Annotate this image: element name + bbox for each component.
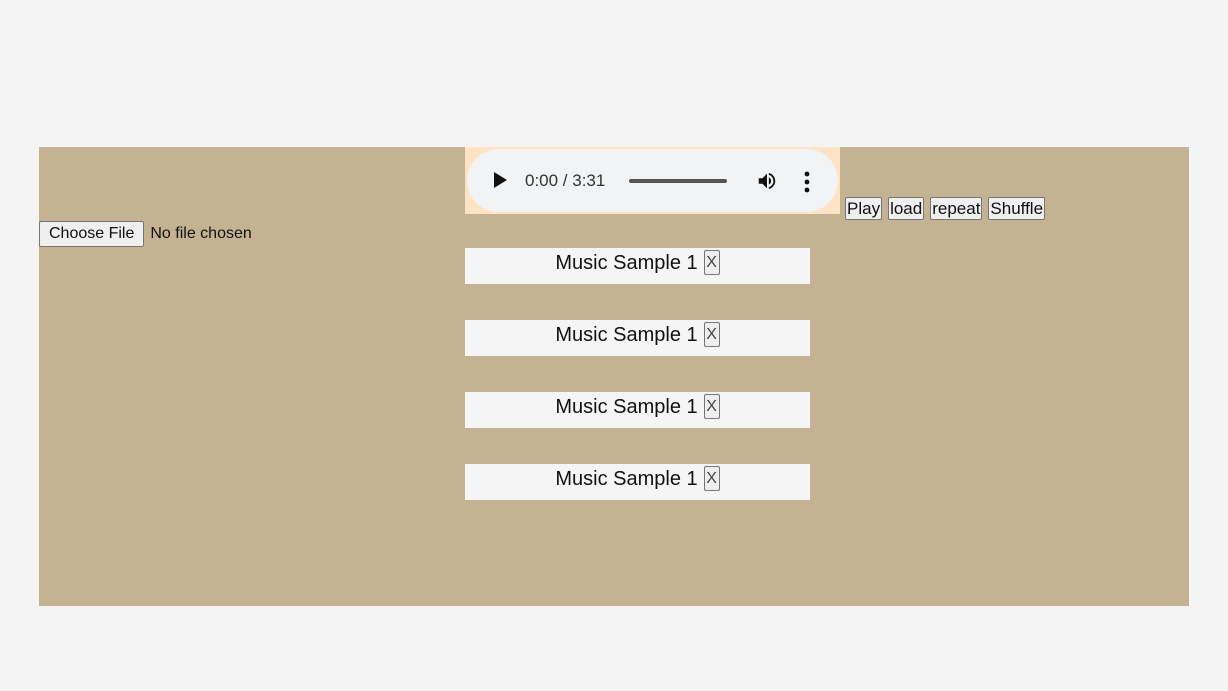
time-display: 0:00 / 3:31 [525,171,606,190]
file-input[interactable]: Choose File No file chosen [39,221,252,247]
remove-track-button[interactable]: X [703,250,720,275]
more-vertical-icon[interactable] [804,171,810,193]
file-status-text: No file chosen [150,225,252,242]
track-title: Music Sample 1 [555,324,698,346]
track-title: Music Sample 1 [555,252,698,274]
track-title: Music Sample 1 [555,396,698,418]
remove-track-button[interactable]: X [703,394,720,419]
seek-bar[interactable] [629,179,727,183]
choose-file-button[interactable]: Choose File [39,221,145,247]
remove-track-button[interactable]: X [703,322,720,347]
shuffle-button[interactable]: Shuffle [988,197,1046,220]
play-icon[interactable] [494,172,507,188]
load-button[interactable]: load [888,197,925,220]
remove-track-button[interactable]: X [703,466,720,491]
control-buttons: Play load repeat Shuffle [845,197,1046,220]
volume-icon[interactable] [756,170,778,192]
track-item[interactable]: Music Sample 1 X [465,464,810,500]
track-item[interactable]: Music Sample 1 X [465,248,810,284]
audio-player[interactable]: 0:00 / 3:31 [467,149,838,212]
track-item[interactable]: Music Sample 1 X [465,392,810,428]
player-panel: Choose File No file chosen 0:00 / 3:31 P… [39,147,1189,606]
track-item[interactable]: Music Sample 1 X [465,320,810,356]
repeat-button[interactable]: repeat [930,197,983,220]
track-title: Music Sample 1 [555,468,698,490]
audio-player-highlight: 0:00 / 3:31 [465,147,840,214]
track-list: Music Sample 1 X Music Sample 1 X Music … [465,248,810,536]
play-button[interactable]: Play [845,197,883,220]
